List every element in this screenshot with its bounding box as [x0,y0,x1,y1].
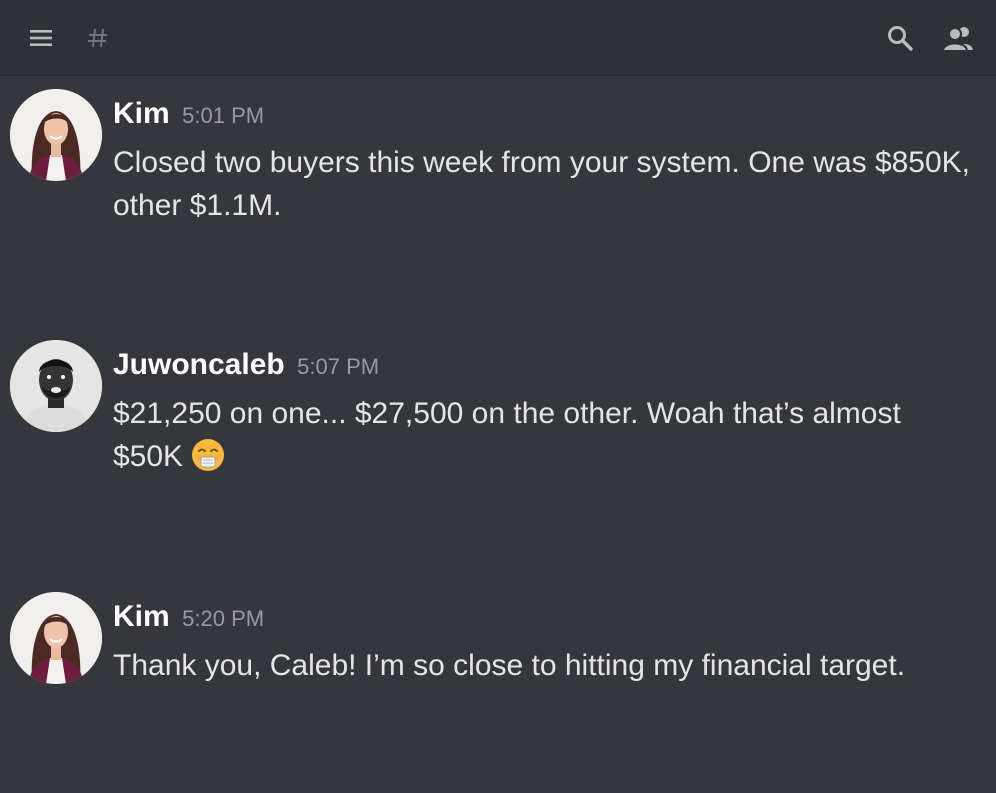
message-text-content: $21,250 on one... $27,500 on the other. … [113,397,901,473]
hash-icon [88,28,107,48]
members-icon[interactable] [942,24,974,52]
user-avatar[interactable] [10,592,102,684]
money-mouth-face-icon [192,439,225,471]
message-author[interactable]: Kim [113,600,170,633]
message-text: Closed two buyers this week from your sy… [113,146,971,222]
message-text: $21,250 on one... $27,500 on the other. … [113,392,973,478]
search-icon[interactable] [886,24,914,52]
message-author[interactable]: Kim [113,97,170,130]
hamburger-menu-icon[interactable] [28,27,54,49]
message-timestamp: 5:07 PM [297,354,380,379]
message-timestamp: 5:01 PM [182,103,265,128]
user-avatar[interactable] [10,89,102,181]
user-avatar[interactable] [10,340,102,432]
message-author[interactable]: Juwoncaleb [113,348,285,381]
message-timestamp: 5:20 PM [182,606,265,631]
message-text: Thank you, Caleb! I’m so close to hittin… [113,649,906,682]
message-list: Kim 5:01 PM Closed two buyers this week … [0,75,996,793]
channel-header [0,0,996,75]
